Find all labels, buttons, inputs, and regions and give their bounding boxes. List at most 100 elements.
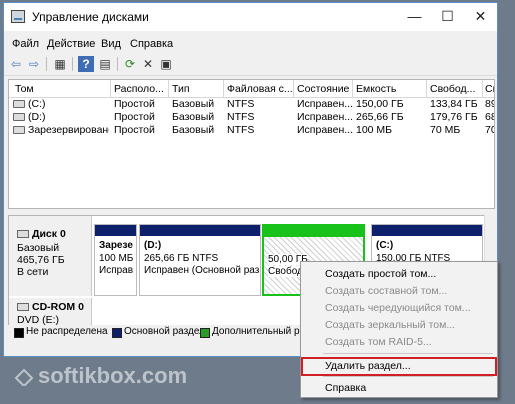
back-icon[interactable]: ⇦ <box>8 56 24 72</box>
volume-list-header: Том Располо... Тип Файловая с... Состоян… <box>9 80 494 98</box>
cdrom-label[interactable]: CD-ROM 0 DVD (E:) <box>9 298 92 328</box>
drive-icon <box>13 100 25 109</box>
legend-label: Дополнительный ра <box>212 326 306 337</box>
grid-icon[interactable]: ▦ <box>52 56 68 72</box>
table-cell: Простой <box>114 98 155 110</box>
menu-item-create-spanned-volume[interactable]: Создать составной том... <box>325 285 447 297</box>
menu-view[interactable]: Вид <box>101 38 121 50</box>
primary-partition-bar <box>140 225 260 236</box>
legend-swatch-extended <box>200 328 210 338</box>
column-header[interactable]: Тип <box>172 83 190 95</box>
disk-0-label[interactable]: Диск 0 Базовый 465,76 ГБ В сети <box>9 216 92 296</box>
table-cell: 179,76 ГБ <box>430 111 478 123</box>
table-cell: Исправен... <box>297 124 354 136</box>
partition-status: Исправ <box>99 265 134 276</box>
properties-icon[interactable]: ▣ <box>158 56 174 72</box>
disk-status: В сети <box>17 266 49 278</box>
maximize-button[interactable]: ☐ <box>431 3 464 31</box>
volume-name: (D:) <box>28 111 46 123</box>
table-cell: NTFS <box>227 111 255 123</box>
legend-label: Не распределена <box>26 326 108 337</box>
column-header[interactable]: Том <box>15 83 34 95</box>
menu-item-help[interactable]: Справка <box>325 382 366 394</box>
table-row[interactable]: (C:) Простой Базовый NTFS Исправен... 15… <box>9 98 494 111</box>
title-bar: Управление дисками — ☐ ✕ <box>4 3 497 31</box>
partition-size: 100 МБ <box>99 253 134 264</box>
partition-d[interactable]: (D:) 265,66 ГБ NTFS Исправен (Основной р… <box>139 224 261 296</box>
table-cell: 70 <box>485 124 494 136</box>
menu-item-create-simple-volume[interactable]: Создать простой том... <box>325 268 436 280</box>
table-cell: 89 <box>485 98 494 110</box>
column-header[interactable]: Располо... <box>114 83 164 95</box>
disk-size: 465,76 ГБ <box>17 254 65 266</box>
partition-title: (C:) <box>376 240 394 251</box>
cdrom-icon <box>17 303 29 312</box>
column-header[interactable]: Файловая с... <box>227 83 293 95</box>
primary-partition-bar <box>95 225 136 236</box>
partition-status: Исправен (Основной раз <box>144 265 260 276</box>
menu-item-create-raid5-volume[interactable]: Создать том RAID-5... <box>325 336 432 348</box>
table-cell: Базовый <box>172 111 215 123</box>
extended-partition-bar <box>264 226 363 237</box>
table-cell: Базовый <box>172 124 215 136</box>
table-cell: 150,00 ГБ <box>356 98 404 110</box>
close-button[interactable]: ✕ <box>464 3 497 31</box>
table-row[interactable]: (D:) Простой Базовый NTFS Исправен... 26… <box>9 111 494 124</box>
disk-name: Диск 0 <box>17 228 66 240</box>
volume-name-cell: Зарезервировано... <box>13 124 109 136</box>
minimize-button[interactable]: — <box>398 3 431 31</box>
menu-file[interactable]: Файл <box>12 38 39 50</box>
volume-name: (C:) <box>28 98 46 110</box>
help-icon[interactable]: ? <box>78 56 94 72</box>
table-cell: 133,84 ГБ <box>430 98 478 110</box>
cdrom-name-text: CD-ROM 0 <box>32 301 84 313</box>
table-cell: Исправен... <box>297 111 354 123</box>
legend-label: Основной раздел <box>124 326 205 337</box>
refresh-icon[interactable]: ⟳ <box>122 56 138 72</box>
table-cell: Базовый <box>172 98 215 110</box>
disk-name-text: Диск 0 <box>32 228 66 240</box>
volume-name-cell: (C:) <box>13 98 107 110</box>
partition-size: 265,66 ГБ NTFS <box>144 253 219 264</box>
partition-status: Свобод <box>268 266 303 277</box>
context-menu: Создать простой том... Создать составной… <box>300 261 498 398</box>
drive-icon <box>13 113 25 122</box>
partition-title: Зарезе <box>99 240 133 251</box>
volume-name: Зарезервировано... <box>28 124 109 136</box>
column-header[interactable]: Св <box>485 83 494 95</box>
toolbar: ⇦ ⇨ ▦ ? ▤ ⟳ ✕ ▣ <box>4 53 497 76</box>
table-cell: NTFS <box>227 124 255 136</box>
cdrom-name: CD-ROM 0 <box>17 301 84 313</box>
menu-separator <box>323 376 493 377</box>
column-header[interactable]: Емкость <box>356 83 396 95</box>
table-cell: 70 МБ <box>430 124 461 136</box>
table-cell: Простой <box>114 124 155 136</box>
table-cell: 265,66 ГБ <box>356 111 404 123</box>
column-header[interactable]: Состояние <box>297 83 349 95</box>
menu-action[interactable]: Действие <box>47 38 95 50</box>
menu-item-create-mirrored-volume[interactable]: Создать зеркальный том... <box>325 319 455 331</box>
disk-management-icon <box>11 10 25 23</box>
legend-swatch-unallocated <box>14 328 24 338</box>
list-icon[interactable]: ▤ <box>97 56 113 72</box>
menu-help[interactable]: Справка <box>130 38 173 50</box>
menu-item-delete-partition[interactable]: Удалить раздел... <box>325 360 411 372</box>
disk-type: Базовый <box>17 242 60 254</box>
disk-icon <box>17 230 29 239</box>
delete-icon[interactable]: ✕ <box>140 56 156 72</box>
column-header[interactable]: Свобод... <box>430 83 475 95</box>
table-row[interactable]: Зарезервировано... Простой Базовый NTFS … <box>9 124 494 137</box>
menu-item-create-striped-volume[interactable]: Создать чередующийся том... <box>325 302 471 314</box>
partition-reserved[interactable]: Зарезе 100 МБ Исправ <box>94 224 137 296</box>
menu-separator <box>323 353 493 354</box>
drive-icon <box>13 126 25 135</box>
menu-bar: Файл Действие Вид Справка <box>4 35 497 53</box>
volume-name-cell: (D:) <box>13 111 107 123</box>
table-cell: Исправен... <box>297 98 354 110</box>
primary-partition-bar <box>372 225 482 236</box>
table-cell: 68 <box>485 111 494 123</box>
table-cell: 100 МБ <box>356 124 393 136</box>
table-cell: NTFS <box>227 98 255 110</box>
watermark-text: softikbox.com <box>38 363 188 388</box>
forward-icon[interactable]: ⇨ <box>26 56 42 72</box>
